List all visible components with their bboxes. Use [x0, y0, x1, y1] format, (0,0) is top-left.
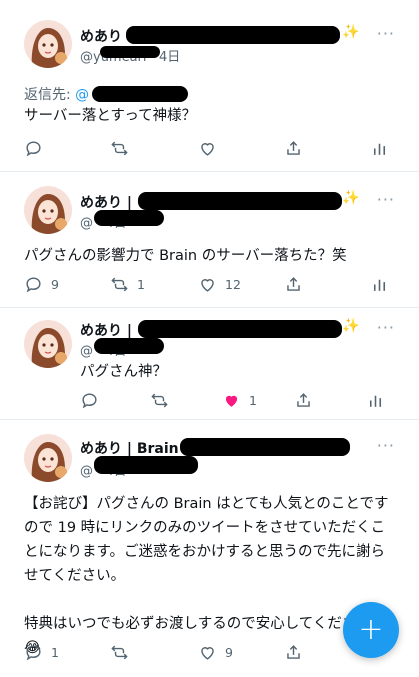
reply-icon: [82, 392, 97, 408]
avatar[interactable]: [24, 320, 72, 368]
tweet[interactable]: めあり | ✨ ··· @ · 4日 パグさんの影響力で Brain のサーバー…: [0, 172, 419, 308]
tweet-actions: [0, 136, 419, 160]
redaction: [94, 456, 198, 474]
share-button[interactable]: [284, 272, 303, 296]
like-count: 9: [225, 644, 233, 660]
reply-button[interactable]: 9: [24, 272, 59, 296]
heart-filled-icon: [225, 395, 238, 407]
like-button[interactable]: 9: [198, 640, 233, 664]
reply-context: 返信先: @: [24, 87, 90, 103]
share-button[interactable]: [294, 388, 313, 412]
handle[interactable]: @: [80, 464, 93, 479]
redaction: [138, 320, 342, 338]
avatar[interactable]: [24, 20, 72, 68]
timeline: めあり ✨ ··· @yumeari · 4日 返信先: @ サーバー落とすって…: [0, 0, 419, 677]
like-count: 1: [249, 392, 257, 408]
reply-icon: [26, 140, 41, 156]
analytics-button[interactable]: [370, 136, 389, 160]
reply-mention[interactable]: @: [75, 87, 89, 103]
share-icon: [287, 644, 300, 659]
reply-button[interactable]: [24, 136, 43, 160]
sparkle-emoji: ✨: [342, 318, 360, 334]
retweet-button[interactable]: [110, 136, 129, 160]
share-icon: [287, 276, 300, 291]
like-button[interactable]: 12: [198, 272, 241, 296]
reply-count: 1: [51, 644, 59, 660]
redaction: [94, 338, 164, 354]
tweet-text: パグさんの影響力で Brain のサーバー落ちた？笑: [24, 248, 347, 264]
sparkle-emoji: ✨: [342, 24, 360, 40]
compose-tweet-button[interactable]: +: [343, 602, 399, 658]
heart-icon: [201, 278, 214, 292]
handle[interactable]: @: [80, 344, 93, 359]
retweet-button[interactable]: [150, 388, 169, 412]
more-icon[interactable]: ···: [377, 24, 395, 43]
like-button[interactable]: [198, 136, 217, 160]
analytics-icon: [373, 143, 386, 155]
like-button[interactable]: 1: [222, 388, 257, 412]
retweet-icon: [111, 277, 128, 291]
tweet[interactable]: めあり | ✨ ··· @ · 4日 パグさん神？ 1: [0, 308, 419, 420]
redaction: [180, 438, 350, 456]
avatar[interactable]: [24, 186, 72, 234]
share-button[interactable]: [284, 136, 303, 160]
more-icon[interactable]: ···: [377, 190, 395, 209]
share-icon: [297, 392, 310, 407]
retweet-icon: [151, 393, 168, 407]
retweet-button[interactable]: 1: [110, 272, 145, 296]
sparkle-emoji: ✨: [342, 190, 360, 206]
reply-icon: [26, 644, 41, 660]
reply-icon: [26, 276, 41, 292]
redaction: [138, 192, 342, 210]
retweet-button[interactable]: [110, 640, 129, 664]
redaction: [92, 86, 188, 102]
retweet-icon: [111, 141, 128, 155]
heart-icon: [201, 646, 214, 660]
tweet[interactable]: めあり ✨ ··· @yumeari · 4日 返信先: @ サーバー落とすって…: [0, 0, 419, 172]
reply-count: 9: [51, 276, 59, 292]
tweet-actions: 1: [0, 388, 419, 412]
timestamp[interactable]: 4日: [159, 50, 180, 65]
analytics-button[interactable]: [366, 388, 385, 412]
retweet-icon: [111, 645, 128, 659]
heart-icon: [201, 142, 214, 156]
handle[interactable]: @: [80, 216, 93, 231]
analytics-icon: [373, 279, 386, 291]
like-count: 12: [225, 276, 241, 292]
share-button[interactable]: [284, 640, 303, 664]
avatar[interactable]: [24, 434, 72, 482]
more-icon[interactable]: ···: [377, 318, 395, 337]
tweet-text: パグさん神？: [80, 364, 167, 380]
analytics-icon: [369, 395, 382, 407]
redaction: [126, 26, 340, 44]
plus-icon: +: [358, 612, 384, 647]
share-icon: [287, 140, 300, 155]
reply-button[interactable]: [80, 388, 99, 412]
reply-button[interactable]: 1: [24, 640, 59, 664]
redaction: [94, 210, 164, 226]
tweet-actions: 9 1 12: [0, 272, 419, 296]
redaction: [100, 46, 160, 58]
tweet-text: 【お詫び】パグさんの Brain はとても人気とのことですので 19 時にリンク…: [24, 496, 389, 656]
analytics-button[interactable]: [370, 272, 389, 296]
retweet-count: 1: [137, 276, 145, 292]
tweet-text: サーバー落とすって神様？: [24, 108, 197, 124]
more-icon[interactable]: ···: [377, 436, 395, 455]
